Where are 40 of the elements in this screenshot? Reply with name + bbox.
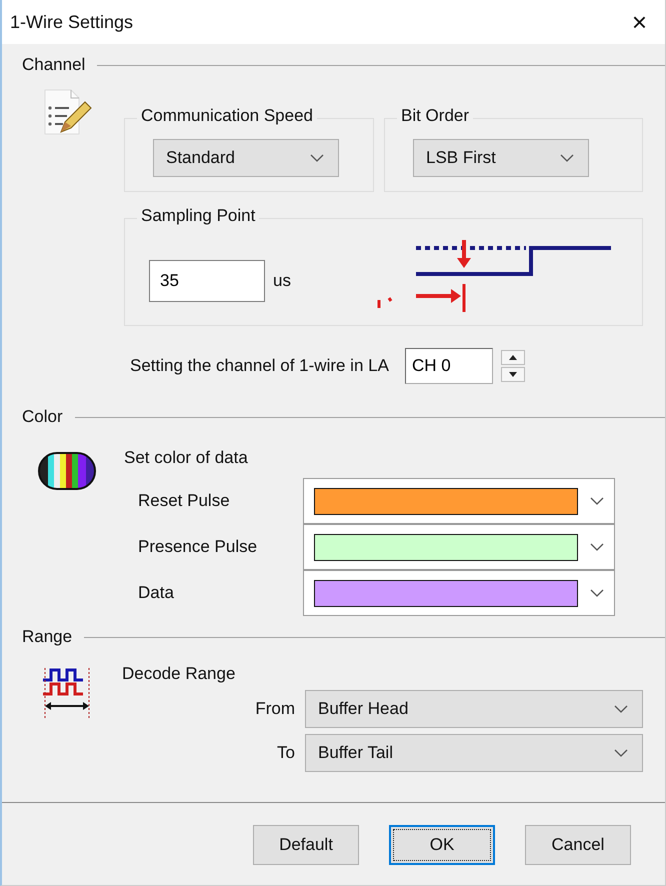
- color-label: Reset Pulse: [137, 491, 231, 511]
- spin-up-button[interactable]: [500, 350, 525, 365]
- color-dropdown[interactable]: [303, 478, 615, 524]
- section-heading: Range: [22, 627, 72, 647]
- channel-setting-label: Setting the channel of 1-wire in LA: [130, 356, 389, 376]
- group-label: Communication Speed: [137, 106, 317, 126]
- chevron-icon: [614, 705, 628, 713]
- spin-down-button[interactable]: [500, 367, 525, 382]
- chevron-icon: [614, 749, 628, 757]
- from-dropdown[interactable]: Buffer Head: [305, 690, 643, 728]
- color-stripes-icon: [38, 452, 96, 490]
- dialog-button[interactable]: Default: [253, 825, 359, 865]
- color-dropdown[interactable]: [303, 524, 615, 570]
- channel-field[interactable]: CH 0: [404, 348, 493, 384]
- dialog-button[interactable]: Cancel: [525, 825, 631, 865]
- bit-order-dropdown[interactable]: LSB First: [413, 139, 589, 177]
- range-title: Decode Range: [122, 664, 236, 684]
- group-label: Sampling Point: [137, 206, 260, 226]
- close-button[interactable]: ×: [626, 6, 653, 38]
- speed-dropdown[interactable]: Standard: [153, 139, 339, 177]
- color-label: Presence Pulse: [137, 537, 258, 557]
- color-dropdown[interactable]: [303, 570, 615, 616]
- section-heading: Color: [22, 407, 63, 427]
- to-label: To: [277, 743, 295, 763]
- chevron-icon: [590, 543, 604, 551]
- to-dropdown[interactable]: Buffer Tail: [305, 734, 643, 772]
- chevron-icon: [310, 154, 324, 162]
- dialog-button[interactable]: OK: [389, 825, 495, 865]
- down-arrow-icon: [508, 372, 517, 377]
- unit-label: us: [273, 271, 291, 291]
- chevron-icon: [560, 154, 574, 162]
- window-title: 1-Wire Settings: [10, 12, 134, 32]
- sampling-point-field[interactable]: 35: [149, 260, 265, 302]
- color-title: Set color of data: [124, 448, 249, 468]
- section-heading: Channel: [22, 55, 86, 75]
- chevron-icon: [590, 589, 604, 597]
- up-arrow-icon: [508, 355, 517, 360]
- from-label: From: [255, 699, 295, 719]
- chevron-icon: [590, 497, 604, 505]
- color-label: Data: [137, 583, 175, 603]
